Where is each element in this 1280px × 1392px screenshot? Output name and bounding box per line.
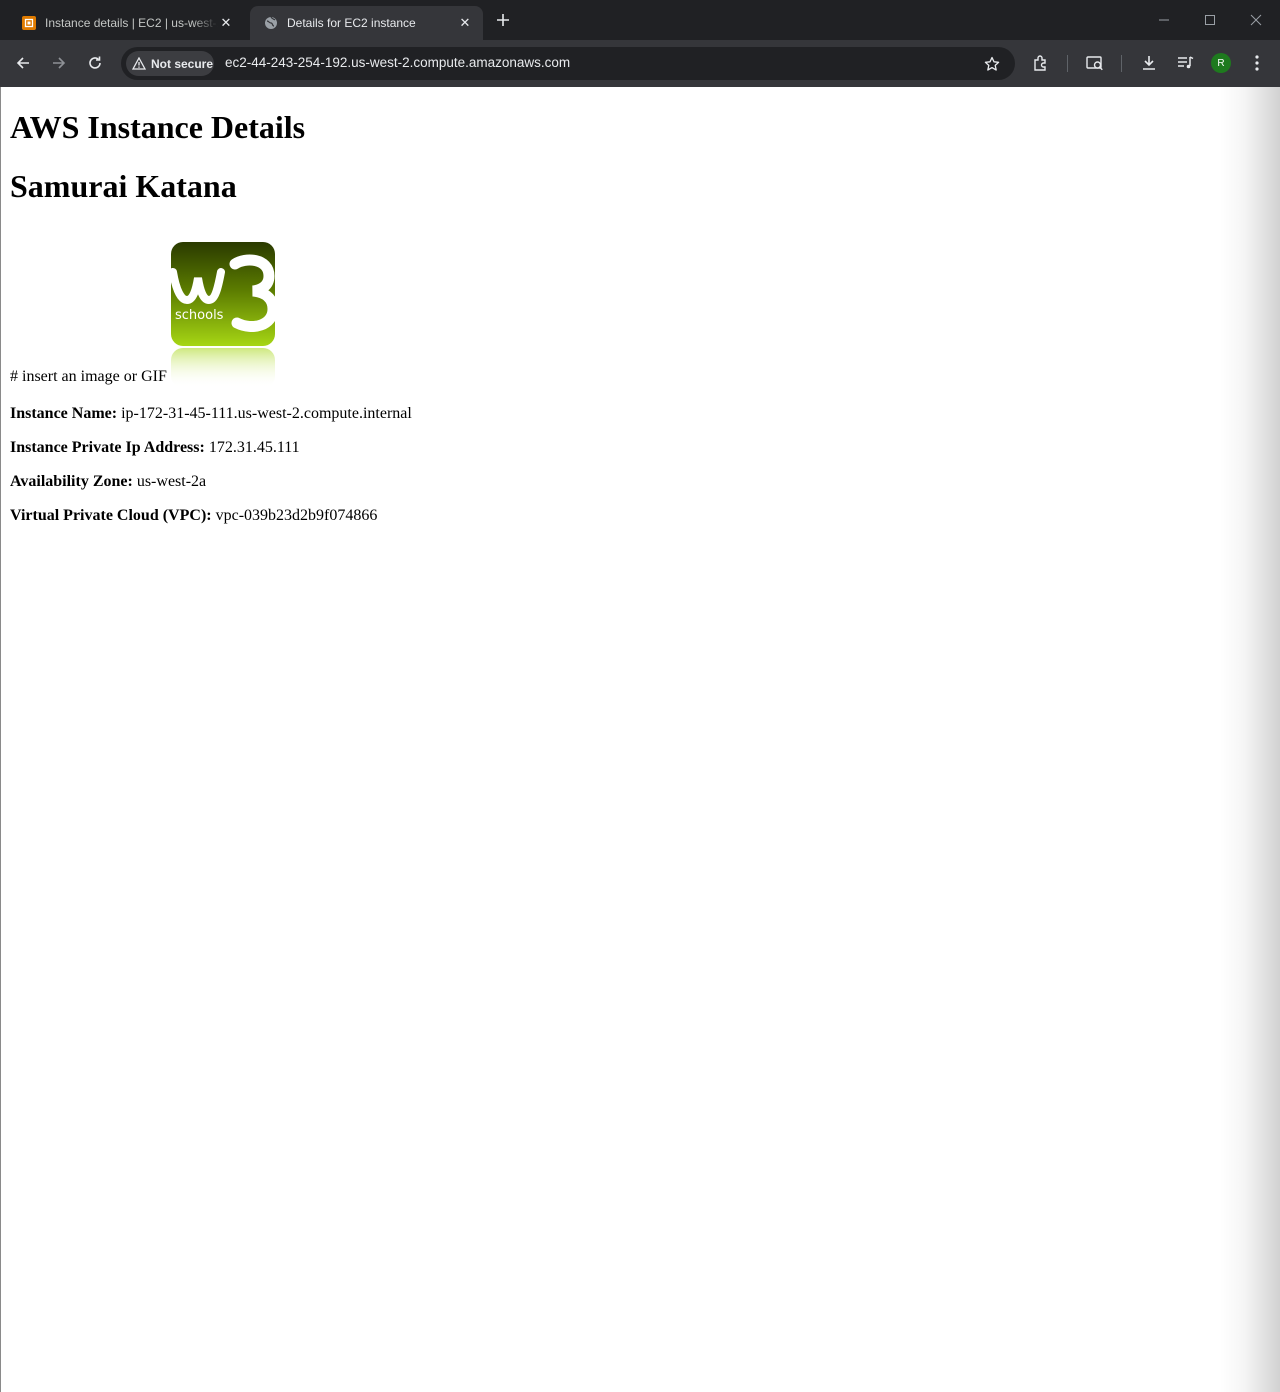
vpc-row: Virtual Private Cloud (VPC): vpc-039b23d… (10, 507, 377, 525)
close-tab-icon[interactable]: ✕ (457, 15, 473, 31)
toolbar-divider (1121, 55, 1122, 72)
image-row: # insert an image or GIF schools (10, 242, 279, 388)
back-arrow-icon[interactable] (13, 53, 33, 73)
media-queue-icon[interactable] (1175, 53, 1195, 73)
maximize-icon[interactable] (1202, 12, 1218, 28)
new-tab-icon[interactable] (494, 11, 512, 29)
tab-search-icon[interactable] (1085, 53, 1105, 73)
tab-strip: Instance details | EC2 | us-west-2 ✕ Det… (0, 0, 1280, 40)
page-title: AWS Instance Details (10, 109, 306, 145)
bookmark-star-icon[interactable] (983, 55, 1001, 73)
aws-ec2-icon (21, 15, 37, 31)
instance-name-row: Instance Name: ip-172-31-45-111.us-west-… (10, 405, 412, 423)
tab-title: Instance details | EC2 | us-west-2 (45, 16, 218, 30)
logo-text: schools (175, 308, 224, 323)
detail-label: Availability Zone: (10, 473, 133, 490)
browser-toolbar: Not secure ec2-44-243-254-192.us-west-2.… (0, 40, 1280, 87)
globe-icon (263, 15, 279, 31)
toolbar-divider (1067, 55, 1068, 72)
w3schools-logo: schools (168, 242, 279, 388)
profile-avatar[interactable]: R (1211, 53, 1231, 73)
detail-value: 172.31.45.111 (208, 439, 300, 456)
reload-icon[interactable] (85, 53, 105, 73)
image-caption: # insert an image or GIF (10, 368, 167, 385)
security-label: Not secure (151, 56, 214, 71)
download-icon[interactable] (1139, 53, 1159, 73)
availability-zone-row: Availability Zone: us-west-2a (10, 473, 206, 491)
tab-title: Details for EC2 instance (287, 16, 416, 30)
tab-instance-details[interactable]: Instance details | EC2 | us-west-2 ✕ (8, 6, 244, 40)
detail-label: Instance Private Ip Address: (10, 439, 205, 456)
minimize-icon[interactable] (1156, 12, 1172, 28)
tab-ec2-details[interactable]: Details for EC2 instance ✕ (250, 6, 483, 40)
close-tab-icon[interactable]: ✕ (218, 15, 234, 31)
address-bar[interactable]: Not secure ec2-44-243-254-192.us-west-2.… (121, 47, 1015, 80)
private-ip-row: Instance Private Ip Address: 172.31.45.1… (10, 439, 300, 457)
warning-icon (132, 57, 146, 70)
url-text[interactable]: ec2-44-243-254-192.us-west-2.compute.ama… (225, 55, 570, 70)
detail-label: Virtual Private Cloud (VPC): (10, 507, 212, 524)
menu-kebab-icon[interactable] (1247, 53, 1267, 73)
site-security-chip[interactable]: Not secure (126, 51, 214, 76)
detail-value: ip-172-31-45-111.us-west-2.compute.inter… (121, 405, 412, 422)
extensions-icon[interactable] (1031, 53, 1051, 73)
page-subtitle: Samurai Katana (10, 168, 237, 204)
detail-value: vpc-039b23d2b9f074866 (215, 507, 378, 524)
forward-arrow-icon[interactable] (49, 53, 69, 73)
detail-value: us-west-2a (136, 473, 207, 490)
detail-label: Instance Name: (10, 405, 118, 422)
window-close-icon[interactable] (1248, 12, 1264, 28)
page-content: AWS Instance Details Samurai Katana # in… (0, 87, 1280, 1392)
